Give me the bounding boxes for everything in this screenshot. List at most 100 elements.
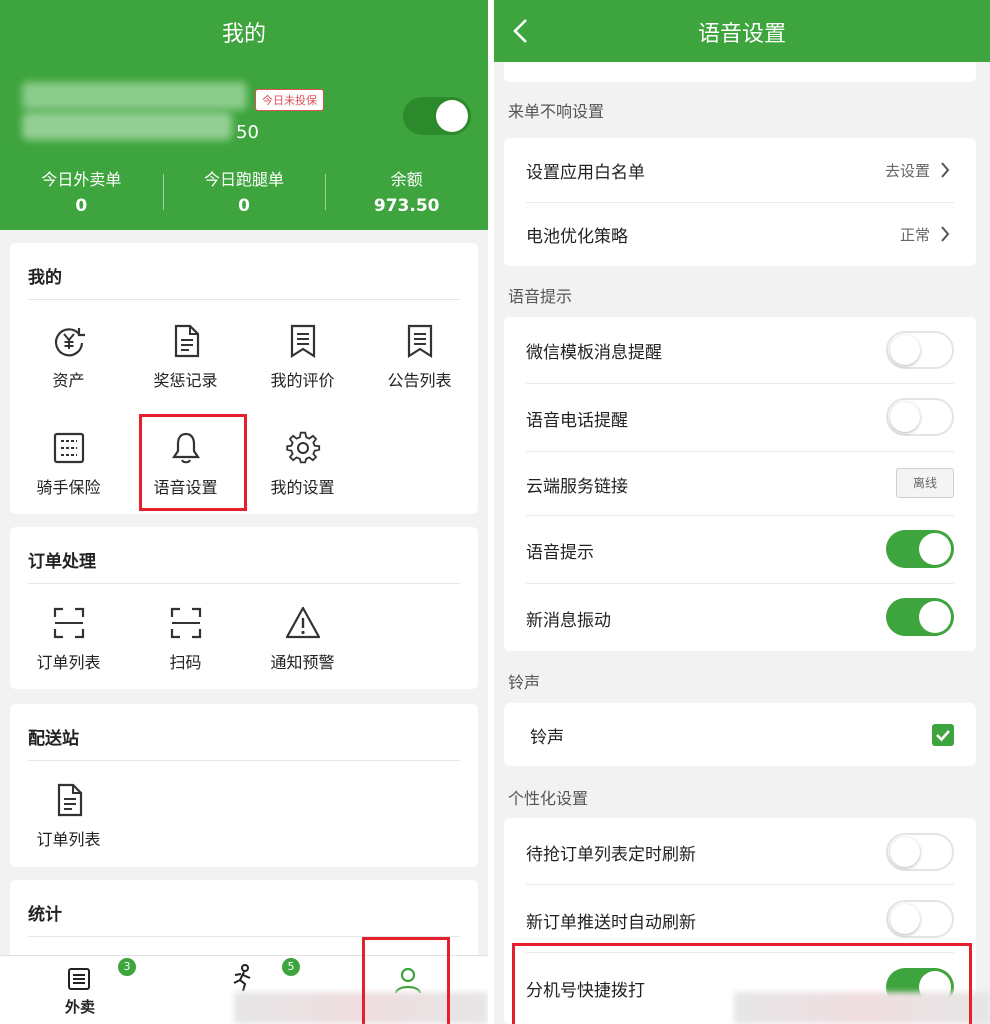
stat-value: 0	[238, 196, 250, 216]
row-value: 去设置	[884, 162, 930, 180]
toggle-knob	[919, 601, 951, 633]
settings-card: 微信模板消息提醒 语音电话提醒 云端服务链接 离线 语音提示 新消息振动	[504, 317, 976, 651]
document-icon	[57, 783, 82, 817]
toggle-knob	[919, 533, 951, 565]
online-toggle[interactable]	[403, 97, 471, 135]
toggle-switch[interactable]	[886, 331, 954, 369]
insurance-card-icon	[53, 432, 84, 464]
insurance-badge[interactable]: 今日未投保	[255, 89, 324, 111]
ringtone-checkbox[interactable]	[932, 724, 954, 746]
row-label: 铃声	[530, 728, 564, 748]
toggle-knob	[890, 335, 920, 365]
row-whitelist[interactable]: 设置应用白名单 去设置	[504, 138, 976, 202]
stat-label: 余额	[390, 170, 423, 189]
row-cloud-link: 云端服务链接 离线	[504, 451, 976, 515]
grid-label: 奖惩记录	[153, 371, 218, 390]
toggle-switch[interactable]	[886, 398, 954, 436]
toggle-knob	[436, 100, 468, 132]
tab-badge: 5	[282, 958, 300, 976]
row-battery[interactable]: 电池优化策略 正常	[504, 202, 976, 266]
grid-item-assets[interactable]: 资产	[10, 323, 127, 391]
section-label: 铃声	[508, 673, 541, 692]
row-label: 电池优化策略	[526, 227, 628, 247]
stat-today-errand[interactable]: 今日跑腿单 0	[162, 166, 326, 216]
stats-bar: 今日外卖单 0 今日跑腿单 0 余额 973.50	[0, 166, 488, 216]
divider	[28, 760, 460, 761]
grid-label: 公告列表	[387, 371, 452, 390]
toggle-knob	[890, 837, 920, 867]
blurred-account	[22, 112, 232, 140]
top-bar: 语音设置	[494, 0, 990, 62]
row-label: 语音提示	[526, 543, 594, 563]
document-icon	[174, 324, 199, 358]
tab-takeout[interactable]: 3 外卖	[0, 956, 160, 1024]
row-ringtone[interactable]: 铃声	[504, 703, 976, 766]
row-label: 语音电话提醒	[526, 411, 628, 431]
stat-value: 973.50	[373, 196, 440, 216]
section-label: 个性化设置	[508, 789, 589, 808]
grid-label: 扫码	[169, 653, 202, 672]
divider	[28, 299, 460, 300]
grid-label: 我的评价	[270, 371, 335, 390]
row-label: 设置应用白名单	[526, 163, 645, 183]
row-voice-call: 语音电话提醒	[504, 383, 976, 451]
section-label: 来单不响设置	[508, 102, 605, 121]
page-title: 我的	[221, 22, 266, 47]
account-suffix: 50	[236, 122, 259, 143]
divider	[28, 583, 460, 584]
row-value: 正常	[899, 226, 930, 244]
chevron-right-icon	[941, 226, 950, 242]
toggle-switch[interactable]	[886, 900, 954, 938]
page-title: 语音设置	[697, 22, 786, 47]
scan-frame-icon	[53, 607, 84, 639]
row-auto-refresh-list: 待抢订单列表定时刷新	[504, 818, 976, 884]
section-title: 订单处理	[28, 552, 96, 572]
bookmark-list-icon	[290, 324, 315, 359]
grid-label: 我的设置	[270, 478, 335, 497]
bookmark-list-icon	[407, 324, 432, 359]
grid-item-rewards[interactable]: 奖惩记录	[127, 323, 244, 391]
voice-settings-screen: 语音设置 来单不响设置 设置应用白名单 去设置 电池优化策略 正常 语音提示 微…	[494, 0, 990, 1024]
yuan-refresh-icon	[54, 328, 85, 357]
grid-label: 通知预警	[270, 653, 335, 672]
stat-balance[interactable]: 余额 973.50	[325, 166, 488, 216]
station-card: 配送站 订单列表	[10, 704, 478, 867]
toggle-switch[interactable]	[886, 530, 954, 568]
tab-label: 外卖	[64, 998, 95, 1016]
row-vibration: 新消息振动	[504, 583, 976, 651]
toggle-knob	[890, 904, 920, 934]
blurred-name	[22, 82, 247, 110]
grid-item-reviews[interactable]: 我的评价	[244, 323, 361, 391]
row-label: 新消息振动	[526, 611, 611, 631]
grid-label: 骑手保险	[36, 478, 101, 497]
orders-card: 订单处理 订单列表 扫码 通知预警	[10, 527, 478, 689]
row-label: 待抢订单列表定时刷新	[526, 845, 696, 865]
stat-today-takeout[interactable]: 今日外卖单 0	[0, 166, 163, 216]
section-title: 配送站	[28, 729, 79, 749]
profile-header: 我的 50 今日未投保 今日外卖单 0 今日跑腿单 0 余额 973.50	[0, 0, 488, 230]
grid-item-station-orders[interactable]: 订单列表	[10, 782, 127, 850]
grid-item-scan[interactable]: 扫码	[127, 605, 244, 673]
highlight-box	[362, 937, 450, 1024]
checkmark-icon	[936, 730, 950, 742]
grid-item-announcements[interactable]: 公告列表	[361, 323, 478, 391]
warning-icon	[285, 606, 320, 639]
grid-item-alerts[interactable]: 通知预警	[244, 605, 361, 673]
stat-label: 今日外卖单	[41, 170, 122, 189]
row-auto-refresh-push: 新订单推送时自动刷新	[504, 884, 976, 952]
grid-label: 订单列表	[36, 653, 101, 672]
grid-item-order-list[interactable]: 订单列表	[10, 605, 127, 673]
grid-item-insurance[interactable]: 骑手保险	[10, 430, 127, 498]
offline-button[interactable]: 离线	[896, 468, 954, 498]
runner-icon	[233, 964, 251, 992]
row-label: 云端服务链接	[526, 477, 628, 497]
toggle-switch[interactable]	[886, 598, 954, 636]
toggle-switch[interactable]	[886, 833, 954, 871]
section-title: 统计	[28, 905, 62, 925]
mine-screen: 我的 50 今日未投保 今日外卖单 0 今日跑腿单 0 余额 973.50 我的	[0, 0, 488, 1024]
stat-value: 0	[75, 196, 88, 216]
grid-item-my-settings[interactable]: 我的设置	[244, 430, 361, 498]
section-label: 语音提示	[508, 287, 573, 306]
grid-label: 订单列表	[36, 830, 101, 849]
stat-label: 今日跑腿单	[204, 170, 285, 189]
